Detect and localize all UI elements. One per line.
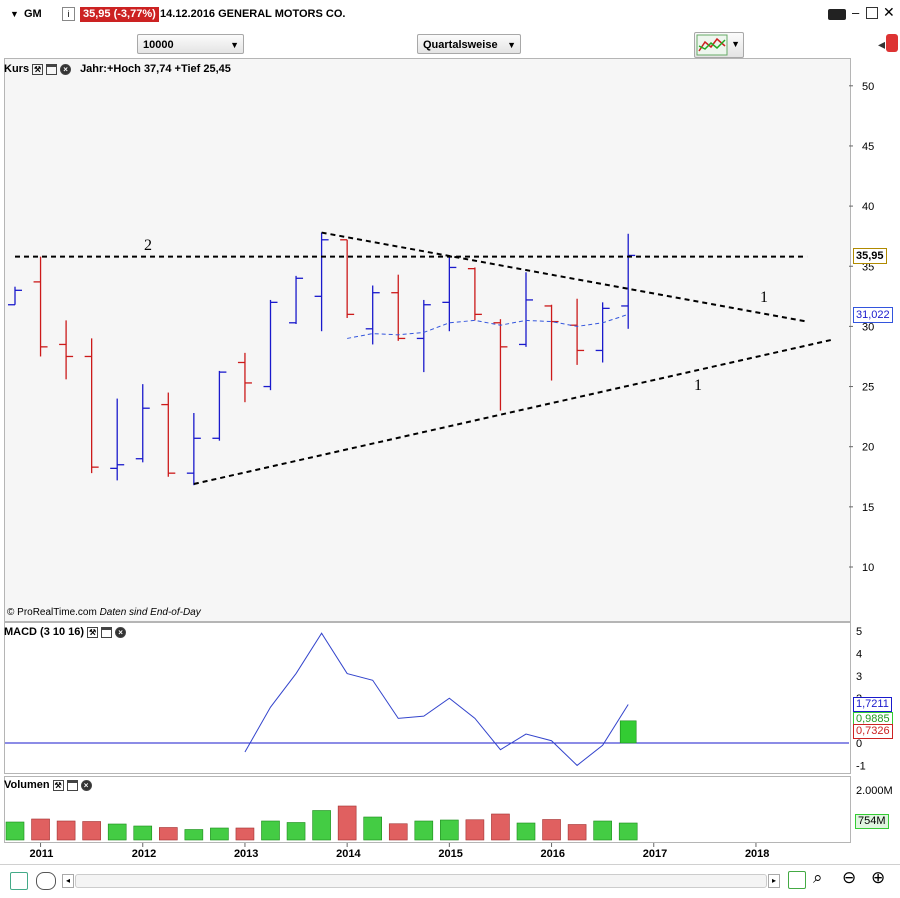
price-axis-tick: 10 [862,562,874,574]
volume-bar [312,810,331,841]
chart-select-icon[interactable] [10,872,28,890]
volume-bar [414,820,434,841]
volume-bar [363,816,383,841]
volume-bar [388,823,408,841]
volume-bar [593,820,612,841]
volume-bar [567,824,587,841]
volume-bar [440,819,459,841]
time-axis-tick: 2012 [132,848,156,860]
macd-value-badge: 1,7211 [853,697,892,712]
trendline-label-1-upper: 1 [760,289,768,306]
chart-canvas: 1015202530354045502011 2012 2013 2014 2015 20… [5,81,893,860]
zoom-out-icon[interactable]: ⊖ [842,868,856,888]
volume-bar [5,821,25,841]
price-axis-tick: 50 [862,81,874,93]
zoom-in-icon[interactable]: ⊕ [871,868,885,888]
volume-bar [210,827,229,841]
macd-axis-tick: -1 [856,760,866,772]
volume-bar [465,819,485,841]
volume-bar [516,822,536,841]
price-axis-tick: 20 [862,442,874,454]
price-axis-tick: 45 [862,141,874,153]
macd-line [244,632,629,767]
volume-bar [31,818,50,841]
volume-bar [184,829,204,841]
time-axis-tick: 2013 [234,848,258,860]
time-axis-tick: 2011 [30,848,54,860]
signal-value-badge: 0,7326 [853,724,893,739]
volume-bar [261,820,280,841]
time-axis-tick: 2015 [438,848,462,860]
macd-axis-tick: 4 [856,648,862,660]
macd-axis-tick: 3 [856,671,862,683]
last-price-badge: 35,95 [853,248,887,264]
volume-last-badge: 754M [855,814,889,829]
time-axis-tick: 2018 [745,848,769,860]
volume-bar [618,822,638,841]
moving-average-line [347,313,629,339]
trendline-1 [193,338,833,485]
autoscale-icon[interactable] [788,871,806,889]
volume-bar [491,813,510,841]
macd-axis-tick: 5 [856,626,862,638]
scroll-right-icon[interactable]: ▸ [768,874,780,888]
price-axis-tick: 40 [862,201,874,213]
moving-average-badge: 31,022 [853,307,893,323]
volume-bar [133,825,153,841]
volume-bar [286,822,306,841]
trendline-1 [321,231,808,323]
zoom-fit-icon[interactable]: ⌕ [813,868,823,888]
indicator-icon[interactable] [36,872,56,890]
volume-bar [159,827,178,841]
price-axis-tick: 30 [862,321,874,333]
bottom-toolbar: ◂ ▸ ⌕ ⊖ ⊕ [0,864,900,898]
price-axis-tick: 15 [862,502,874,514]
volume-bar [235,827,255,841]
volume-axis-tick: 2.000M [856,785,893,797]
volume-bar [542,819,561,841]
macd-histogram-bar [619,720,637,744]
volume-bar [107,823,127,841]
trendline-label-1-lower: 1 [694,377,702,394]
macd-axis-tick: 0 [856,738,862,750]
volume-bar [337,805,357,841]
price-axis-tick: 25 [862,382,874,394]
time-axis-tick: 2016 [541,848,565,860]
time-axis-tick: 2014 [336,848,361,860]
volume-bar [82,821,101,841]
volume-bar [56,820,76,841]
horizontal-scrollbar[interactable] [75,874,767,888]
time-axis-tick: 2017 [643,848,667,860]
trendline-label-2: 2 [144,237,152,254]
scroll-left-icon[interactable]: ◂ [62,874,74,888]
